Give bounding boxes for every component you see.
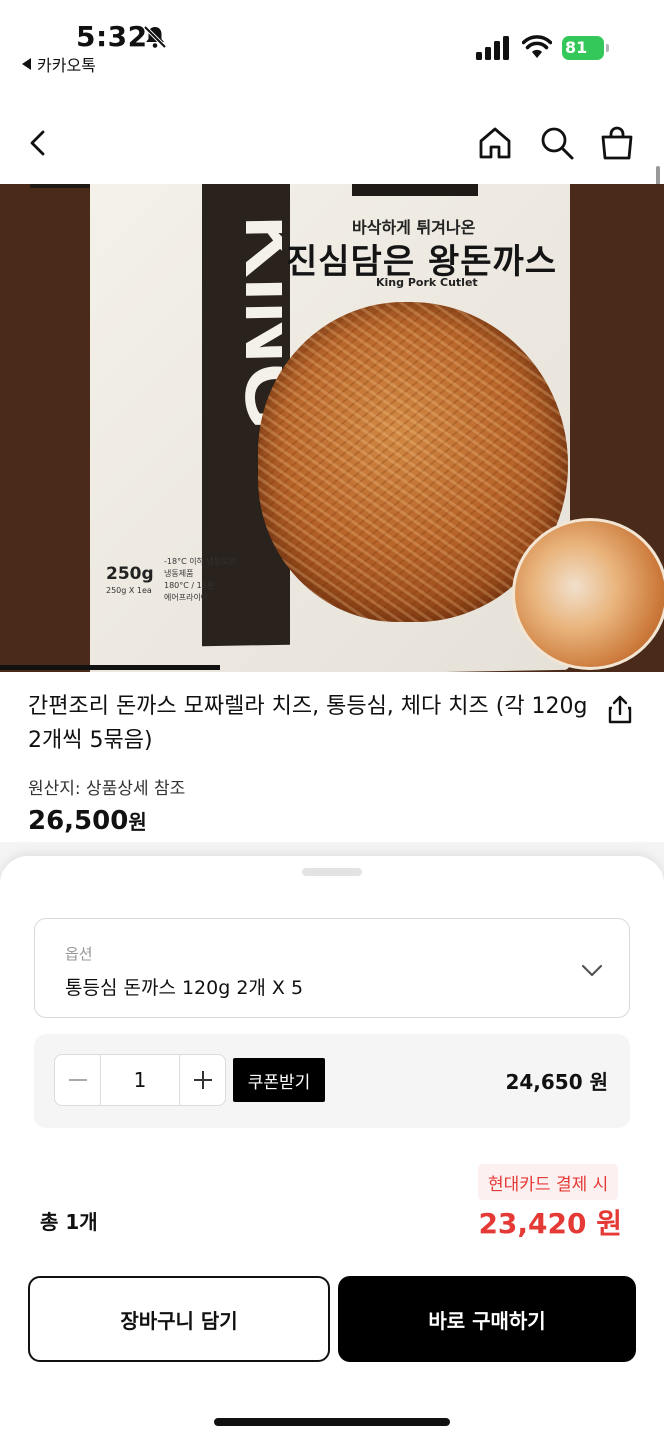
option-selected-value: 통등심 돈까스 120g 2개 X 5 xyxy=(65,977,304,999)
battery-cap xyxy=(606,44,609,52)
shopping-bag-icon xyxy=(601,126,633,160)
option-label: 옵션 xyxy=(65,945,93,963)
storage-line: 180°C / 15분 xyxy=(164,581,215,590)
purchase-bottom-sheet: 옵션 통등심 돈까스 120g 2개 X 5 1 쿠폰받기 24,650 원 현… xyxy=(0,856,664,1440)
battery-indicator: 81 xyxy=(562,36,610,60)
home-indicator[interactable] xyxy=(214,1418,450,1426)
minus-icon xyxy=(68,1079,87,1081)
cutlet-closeup-photo xyxy=(512,518,664,670)
search-icon xyxy=(541,127,574,160)
back-app-label: 카카오톡 xyxy=(37,56,96,75)
product-price: 26,500원 xyxy=(28,806,147,836)
add-to-cart-button[interactable]: 장바구니 담기 xyxy=(28,1276,330,1362)
status-time: 5:32 xyxy=(76,20,148,53)
plus-icon xyxy=(193,1071,212,1089)
wifi-icon xyxy=(522,35,552,58)
back-to-app-link[interactable]: 카카오톡 xyxy=(22,52,96,76)
cart-button[interactable] xyxy=(596,122,638,164)
package-weight-sub: 250g X 1ea xyxy=(106,586,152,595)
bell-off-icon xyxy=(143,25,167,49)
quantity-stepper: 1 xyxy=(54,1054,226,1106)
cellular-signal-icon xyxy=(476,36,509,60)
image-carousel-indicator xyxy=(0,665,220,670)
package-label-tab xyxy=(352,184,478,196)
selected-item-row: 1 쿠폰받기 24,650 원 xyxy=(34,1034,630,1128)
option-dropdown[interactable]: 옵션 통등심 돈까스 120g 2개 X 5 xyxy=(34,918,630,1018)
sheet-drag-handle[interactable] xyxy=(302,868,362,876)
package-storage-info: -18°C 이하 냉동보관 냉동제품 180°C / 15분 에어프라이어 xyxy=(164,556,236,604)
home-icon xyxy=(479,127,511,159)
storage-line: -18°C 이하 냉동보관 xyxy=(164,557,236,566)
card-discount-badge: 현대카드 결제 시 xyxy=(478,1164,619,1200)
chevron-down-icon xyxy=(581,964,603,977)
origin-info: 원산지: 상품상세 참조 xyxy=(28,779,186,799)
package-weight: 250g xyxy=(106,564,154,584)
top-navigation xyxy=(0,110,664,176)
status-bar: 5:32 카카오톡 81 xyxy=(0,0,664,80)
quantity-value[interactable]: 1 xyxy=(101,1055,179,1105)
storage-line: 냉동제품 xyxy=(164,569,194,578)
product-image[interactable]: KING 바삭하게 튀겨나온 진심담은 왕돈까스 King Pork Cutle… xyxy=(0,184,664,672)
storage-line: 에어프라이어 xyxy=(164,593,209,602)
total-count: 총 1개 xyxy=(40,1210,98,1234)
total-price: 23,420 원 xyxy=(478,1207,622,1240)
decrease-quantity-button[interactable] xyxy=(55,1055,101,1105)
item-price: 24,650 원 xyxy=(505,1070,608,1094)
share-icon xyxy=(608,695,632,724)
back-triangle-icon xyxy=(22,58,31,70)
package-english-name: King Pork Cutlet xyxy=(376,276,478,289)
back-button[interactable] xyxy=(18,122,60,164)
buy-now-button[interactable]: 바로 구매하기 xyxy=(338,1276,636,1362)
price-unit: 원 xyxy=(128,810,147,834)
home-button[interactable] xyxy=(474,122,516,164)
battery-percent: 81 xyxy=(565,38,588,57)
price-value: 26,500 xyxy=(28,806,129,836)
back-arrow-icon xyxy=(30,130,45,156)
increase-quantity-button[interactable] xyxy=(179,1055,225,1105)
get-coupon-button[interactable]: 쿠폰받기 xyxy=(233,1058,325,1102)
product-name: 간편조리 돈까스 모짜렐라 치즈, 통등심, 체다 치즈 (각 120g 2개씩… xyxy=(28,694,588,753)
search-button[interactable] xyxy=(536,122,578,164)
share-button[interactable] xyxy=(604,694,636,726)
